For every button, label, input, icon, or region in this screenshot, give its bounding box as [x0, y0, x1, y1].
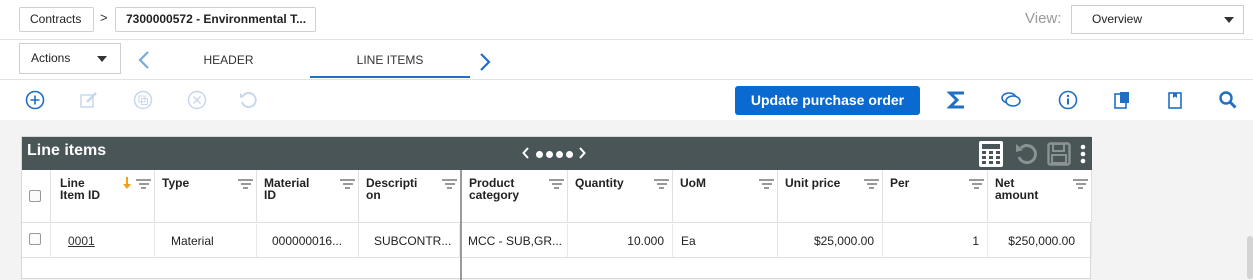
select-all-header [22, 170, 51, 223]
row-checkbox[interactable] [29, 233, 41, 245]
material-id-cell: 000000016... [257, 224, 359, 258]
tab-header[interactable]: HEADER [160, 40, 297, 78]
update-purchase-order-button[interactable]: Update purchase order [735, 86, 920, 115]
chevron-down-icon [97, 56, 107, 62]
line-items-title: Line items [27, 142, 107, 159]
undo-icon[interactable] [237, 89, 259, 111]
chat-icon[interactable] [1000, 89, 1022, 111]
add-circle-icon[interactable] [24, 89, 46, 111]
net-amount-cell: $250,000.00 [988, 224, 1092, 258]
view-label: View: [1025, 10, 1062, 27]
page-dot[interactable] [535, 150, 543, 158]
tab-scroll-right-icon[interactable] [477, 52, 493, 72]
product-category-cell: MCC - SUB,GR... [462, 224, 568, 258]
column-header-per[interactable]: Per [883, 170, 988, 223]
breadcrumb-contracts[interactable]: Contracts [19, 7, 94, 32]
filter-icon[interactable] [549, 179, 564, 191]
uom-cell: Ea [673, 224, 778, 258]
page-dot[interactable] [555, 150, 563, 158]
column-header-product-category[interactable]: Product category [462, 170, 568, 223]
type-cell: Material [155, 224, 257, 258]
column-label: Product category [469, 176, 520, 202]
page-indicator [522, 146, 586, 162]
filter-icon[interactable] [340, 179, 355, 191]
column-header-net-amount[interactable]: Net amount [988, 170, 1092, 223]
page-dot[interactable] [545, 150, 553, 158]
breadcrumb-current-contract[interactable]: 7300000572 - Environmental T... [115, 7, 316, 32]
actions-dropdown[interactable]: Actions [19, 43, 121, 74]
column-label: Descripti on [366, 176, 418, 202]
line-items-panel: Line items Line Item ID Type Material ID… [21, 136, 1092, 280]
filter-icon[interactable] [864, 179, 879, 191]
select-all-checkbox[interactable] [29, 190, 41, 202]
column-header-description[interactable]: Descripti on [359, 170, 461, 223]
tab-bar: Actions HEADER LINE ITEMS [0, 40, 1253, 80]
row-select-cell [22, 224, 51, 258]
view-select-value: Overview [1092, 12, 1143, 26]
tab-line-items[interactable]: LINE ITEMS [310, 40, 470, 78]
breadcrumb-separator: > [100, 10, 108, 25]
column-label: Line Item ID [60, 176, 101, 202]
line-items-header: Line items [22, 137, 1092, 170]
column-label: Quantity [575, 176, 624, 190]
line-item-id-link[interactable]: 0001 [68, 234, 95, 248]
sigma-icon[interactable] [946, 89, 968, 111]
filter-icon[interactable] [759, 179, 774, 191]
column-label: UoM [680, 176, 706, 190]
filter-icon[interactable] [238, 179, 253, 191]
filter-icon[interactable] [136, 179, 151, 191]
save-icon[interactable] [1047, 142, 1071, 171]
top-bar: Contracts > 7300000572 - Environmental T… [0, 0, 1253, 40]
column-label: Net amount [995, 176, 1039, 202]
column-header-line-item-id[interactable]: Line Item ID [51, 170, 155, 223]
line-item-id-cell: 0001 [51, 224, 155, 258]
scrollbar[interactable] [1247, 236, 1253, 279]
filter-icon[interactable] [654, 179, 669, 191]
tab-scroll-left-icon[interactable] [136, 50, 152, 70]
column-label: Unit price [785, 176, 841, 190]
chevron-right-icon[interactable] [578, 146, 586, 162]
column-header-quantity[interactable]: Quantity [568, 170, 673, 223]
clipboard-icon[interactable] [1164, 89, 1186, 111]
filter-icon[interactable] [969, 179, 984, 191]
refresh-icon[interactable] [1014, 142, 1038, 171]
chevron-left-icon[interactable] [522, 146, 530, 162]
copy-icon[interactable] [132, 89, 154, 111]
delete-circle-icon[interactable] [186, 89, 208, 111]
per-cell: 1 [883, 224, 988, 258]
chevron-down-icon [1224, 17, 1234, 23]
paste-icon[interactable] [1111, 89, 1133, 111]
calculator-icon[interactable] [978, 140, 1004, 173]
info-icon[interactable] [1057, 89, 1079, 111]
page-dot[interactable] [565, 150, 573, 158]
sort-arrow-icon[interactable] [122, 176, 132, 192]
edit-icon[interactable] [78, 89, 100, 111]
quantity-cell: 10.000 [568, 224, 673, 258]
view-select[interactable]: Overview [1071, 5, 1244, 34]
column-label: Material ID [264, 176, 310, 202]
column-header-uom[interactable]: UoM [673, 170, 778, 223]
column-label: Per [890, 176, 910, 190]
column-header-type[interactable]: Type [155, 170, 257, 223]
search-icon[interactable] [1217, 89, 1239, 111]
more-vertical-icon[interactable] [1080, 144, 1086, 169]
column-label: Type [162, 176, 190, 190]
unit-price-cell: $25,000.00 [778, 224, 883, 258]
description-cell: SUBCONTR... [359, 224, 460, 258]
filter-icon[interactable] [1073, 179, 1088, 191]
actions-label: Actions [31, 51, 71, 65]
column-header-unit-price[interactable]: Unit price [778, 170, 883, 223]
column-header-material-id[interactable]: Material ID [257, 170, 359, 223]
toolbar [0, 80, 1253, 120]
filter-icon[interactable] [442, 179, 457, 191]
